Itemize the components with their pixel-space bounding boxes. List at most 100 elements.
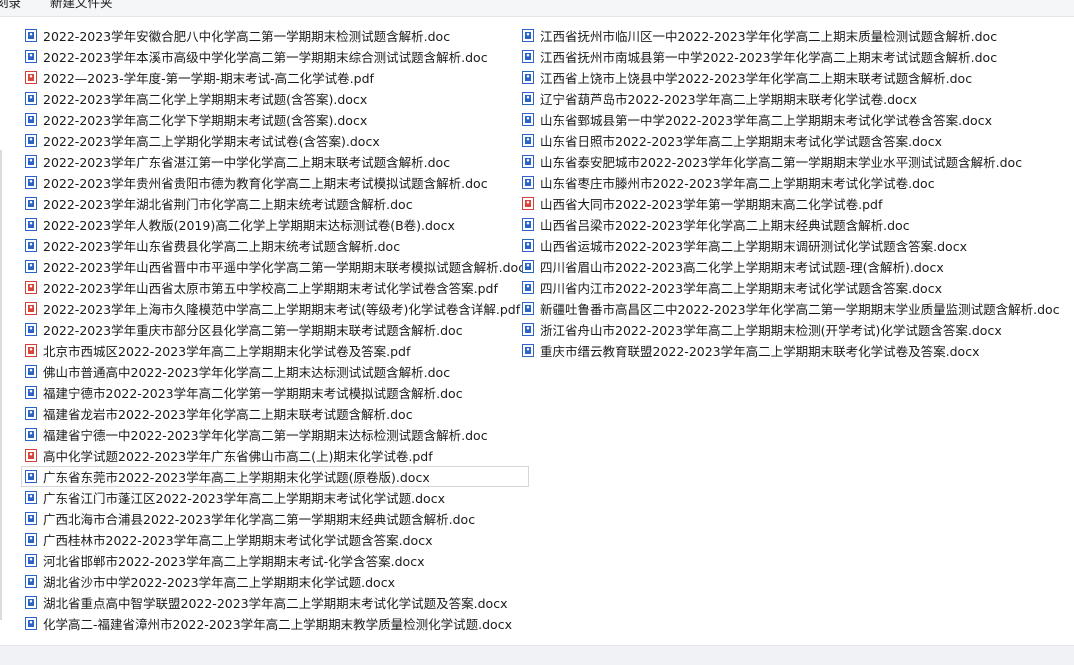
word-doc-icon: • [25, 50, 37, 63]
file-name: 河北省邯郸市2022-2023学年高二上学期期末考试-化学含答案.docx [43, 554, 425, 569]
file-item[interactable]: • 福建省宁德一中2022-2023学年化学高二第一学期期末达标检测试题含解析.d… [21, 424, 529, 445]
file-item[interactable]: • 湖北省沙市中学2022-2023学年高二上学期期末化学试题.docx [21, 571, 529, 592]
file-item[interactable]: • 福建宁德市2022-2023学年高二化学第一学期期末考试模拟试题含解析.doc [21, 382, 529, 403]
file-item[interactable]: • 山西省大同市2022-2023学年第一学期期末高二化学试卷.pdf [518, 193, 1064, 214]
pdf-file-icon: • [25, 344, 37, 357]
word-doc-icon: • [25, 197, 37, 210]
status-bar [0, 645, 1074, 665]
file-name: 2022-2023学年山东省费县化学高二上期末统考试题含解析.doc [43, 239, 401, 254]
file-name: 广东省江门市蓬江区2022-2023学年高二上学期期末考试化学试题.docx [43, 491, 445, 506]
word-doc-icon: • [522, 176, 534, 189]
pdf-file-icon: • [25, 302, 37, 315]
file-list-view: • 2022-2023学年安徽合肥八中化学高二第一学期期末检测试题含解析.doc •… [0, 17, 1074, 645]
file-item[interactable]: • 河北省邯郸市2022-2023学年高二上学期期末考试-化学含答案.docx [21, 550, 529, 571]
word-doc-icon: • [522, 344, 534, 357]
file-column-right: • 江西省抚州市临川区一中2022-2023学年化学高二上期末质量检测试题含解析.… [518, 25, 1064, 361]
file-item[interactable]: • 四川省内江市2022-2023学年高二上学期期末考试化学试题含答案.docx [518, 277, 1064, 298]
file-item[interactable]: • 江西省抚州市临川区一中2022-2023学年化学高二上期末质量检测试题含解析.… [518, 25, 1064, 46]
file-item[interactable]: • 2022-2023学年高二化学上学期期末考试题(含答案).docx [21, 88, 529, 109]
file-name: 高中化学试题2022-2023学年广东省佛山市高二(上)期末化学试卷.pdf [43, 449, 433, 464]
file-item[interactable]: • 四川省眉山市2022-2023高二化学上学期期末考试试题-理(含解析).doc… [518, 256, 1064, 277]
word-doc-icon: • [25, 407, 37, 420]
file-name: 山东省鄄城县第一中学2022-2023学年高二上学期期末考试化学试卷含答案.do… [540, 113, 992, 128]
file-name: 山东省日照市2022-2023学年高二上学期期末考试化学试题含答案.docx [540, 134, 942, 149]
file-item[interactable]: • 2022-2023学年湖北省荆门市化学高二上期末统考试题含解析.doc [21, 193, 529, 214]
file-name: 山西省运城市2022-2023学年高二上学期期末调研测试化学试题含答案.docx [540, 239, 967, 254]
file-item[interactable]: • 广东省东莞市2022-2023学年高二上学期期末化学试题(原卷版).docx [21, 466, 530, 487]
file-item[interactable]: • 新疆吐鲁番市高昌区二中2022-2023学年化学高二第一学期期末学业质量监测试… [518, 298, 1064, 319]
file-name: 广东省东莞市2022-2023学年高二上学期期末化学试题(原卷版).docx [43, 470, 430, 485]
file-name: 北京市西城区2022-2023学年高二上学期期末化学试卷及答案.pdf [43, 344, 411, 359]
word-doc-icon: • [522, 302, 534, 315]
word-doc-icon: • [25, 596, 37, 609]
word-doc-icon: • [25, 260, 37, 273]
burn-button[interactable]: 刻录 [0, 0, 21, 12]
word-doc-icon: • [25, 491, 37, 504]
word-doc-icon: • [25, 239, 37, 252]
file-item[interactable]: • 化学高二-福建省漳州市2022-2023学年高二上学期期末教学质量检测化学试题… [21, 613, 529, 634]
file-item[interactable]: • 山东省日照市2022-2023学年高二上学期期末考试化学试题含答案.docx [518, 130, 1064, 151]
file-item[interactable]: • 佛山市普通高中2022-2023学年化学高二上期末达标测试试题含解析.doc [21, 361, 529, 382]
file-name: 山东省泰安肥城市2022-2023学年化学高二第一学期期末学业水平测试试题含解析… [540, 155, 1023, 170]
word-doc-icon: • [522, 50, 534, 63]
word-doc-icon: • [522, 29, 534, 42]
word-doc-icon: • [25, 386, 37, 399]
word-doc-icon: • [522, 155, 534, 168]
file-item[interactable]: • 2022-2023学年山西省太原市第五中学校高二上学期期末考试化学试卷含答案.… [21, 277, 529, 298]
file-item[interactable]: • 2022-2023学年贵州省贵阳市德为教育化学高二上期末考试模拟试题含解析.d… [21, 172, 529, 193]
file-name: 2022—2023-学年度-第一学期-期末考试-高二化学试卷.pdf [43, 71, 374, 86]
file-item[interactable]: • 2022-2023学年安徽合肥八中化学高二第一学期期末检测试题含解析.doc [21, 25, 529, 46]
file-item[interactable]: • 2022-2023学年上海市久隆模范中学高二上学期期末考试(等级考)化学试卷含… [21, 298, 529, 319]
file-item[interactable]: • 辽宁省葫芦岛市2022-2023学年高二上学期期末联考化学试卷.docx [518, 88, 1064, 109]
word-doc-icon: • [522, 281, 534, 294]
file-name: 2022-2023学年安徽合肥八中化学高二第一学期期末检测试题含解析.doc [43, 29, 451, 44]
file-item[interactable]: • 山西省吕梁市2022-2023学年化学高二上期末经典试题含解析.doc [518, 214, 1064, 235]
pdf-file-icon: • [25, 449, 37, 462]
file-item[interactable]: • 福建省龙岩市2022-2023学年化学高二上期末联考试题含解析.doc [21, 403, 529, 424]
toolbar: 刻录 新建文件夹 [0, 0, 1074, 17]
file-item[interactable]: • 北京市西城区2022-2023学年高二上学期期末化学试卷及答案.pdf [21, 340, 529, 361]
file-name: 化学高二-福建省漳州市2022-2023学年高二上学期期末教学质量检测化学试题.… [43, 617, 512, 632]
file-item[interactable]: • 江西省上饶市上饶县中学2022-2023学年化学高二上期末联考试题含解析.do… [518, 67, 1064, 88]
pdf-file-icon: • [25, 281, 37, 294]
file-item[interactable]: • 2022-2023学年山东省费县化学高二上期末统考试题含解析.doc [21, 235, 529, 256]
file-item[interactable]: • 山西省运城市2022-2023学年高二上学期期末调研测试化学试题含答案.doc… [518, 235, 1064, 256]
file-name: 江西省抚州市南城县第一中学2022-2023学年化学高二上期末考试试题含解析.d… [540, 50, 998, 65]
word-doc-icon: • [25, 155, 37, 168]
file-item[interactable]: • 2022-2023学年广东省湛江第一中学化学高二上期末联考试题含解析.doc [21, 151, 529, 172]
file-item[interactable]: • 江西省抚州市南城县第一中学2022-2023学年化学高二上期末考试试题含解析.… [518, 46, 1064, 67]
file-name: 湖北省重点高中智学联盟2022-2023学年高二上学期期末考试化学试题及答案.d… [43, 596, 508, 611]
word-doc-icon: • [25, 533, 37, 546]
file-item[interactable]: • 2022-2023学年重庆市部分区县化学高二第一学期期末联考试题含解析.doc [21, 319, 529, 340]
file-item[interactable]: • 高中化学试题2022-2023学年广东省佛山市高二(上)期末化学试卷.pdf [21, 445, 529, 466]
file-item[interactable]: • 2022-2023学年高二上学期化学期末考试试卷(含答案).docx [21, 130, 529, 151]
file-item[interactable]: • 山东省鄄城县第一中学2022-2023学年高二上学期期末考试化学试卷含答案.d… [518, 109, 1064, 130]
word-doc-icon: • [522, 260, 534, 273]
file-item[interactable]: • 2022-2023学年山西省晋中市平遥中学化学高二第一学期期末联考模拟试题含解… [21, 256, 529, 277]
file-name: 新疆吐鲁番市高昌区二中2022-2023学年化学高二第一学期期末学业质量监测试题… [540, 302, 1060, 317]
file-name: 2022-2023学年湖北省荆门市化学高二上期末统考试题含解析.doc [43, 197, 413, 212]
file-name: 佛山市普通高中2022-2023学年化学高二上期末达标测试试题含解析.doc [43, 365, 451, 380]
word-doc-icon: • [522, 113, 534, 126]
new-folder-button[interactable]: 新建文件夹 [50, 0, 113, 12]
file-item[interactable]: • 广西桂林市2022-2023学年高二上学期期末考试化学试题含答案.docx [21, 529, 529, 550]
file-item[interactable]: • 2022-2023学年高二化学下学期期末考试题(含答案).docx [21, 109, 529, 130]
file-item[interactable]: • 重庆市缙云教育联盟2022-2023学年高二上学期期末联考化学试卷及答案.do… [518, 340, 1064, 361]
file-item[interactable]: • 湖北省重点高中智学联盟2022-2023学年高二上学期期末考试化学试题及答案.… [21, 592, 529, 613]
file-name: 江西省抚州市临川区一中2022-2023学年化学高二上期末质量检测试题含解析.d… [540, 29, 998, 44]
file-item[interactable]: • 山东省泰安肥城市2022-2023学年化学高二第一学期期末学业水平测试试题含解… [518, 151, 1064, 172]
file-name: 2022-2023学年山西省太原市第五中学校高二上学期期末考试化学试卷含答案.p… [43, 281, 498, 296]
file-item[interactable]: • 山东省枣庄市滕州市2022-2023学年高二上学期期末考试化学试卷.doc [518, 172, 1064, 193]
word-doc-icon: • [25, 554, 37, 567]
file-item[interactable]: • 广东省江门市蓬江区2022-2023学年高二上学期期末考试化学试题.docx [21, 487, 529, 508]
file-item[interactable]: • 广西北海市合浦县2022-2023学年化学高二第一学期期末经典试题含解析.do… [21, 508, 529, 529]
file-name: 2022-2023学年高二化学上学期期末考试题(含答案).docx [43, 92, 368, 107]
word-doc-icon: • [25, 365, 37, 378]
file-item[interactable]: • 2022-2023学年人教版(2019)高二化学上学期期末达标测试卷(B卷).… [21, 214, 529, 235]
file-item[interactable]: • 2022-2023学年本溪市高级中学化学高二第一学期期末综合测试试题含解析.d… [21, 46, 529, 67]
file-name: 湖北省沙市中学2022-2023学年高二上学期期末化学试题.docx [43, 575, 395, 590]
word-doc-icon: • [25, 512, 37, 525]
file-item[interactable]: • 2022—2023-学年度-第一学期-期末考试-高二化学试卷.pdf [21, 67, 529, 88]
file-item[interactable]: • 浙江省舟山市2022-2023学年高二上学期期末检测(开学考试)化学试题含答案… [518, 319, 1064, 340]
file-name: 2022-2023学年上海市久隆模范中学高二上学期期末考试(等级考)化学试卷含详… [43, 302, 521, 317]
